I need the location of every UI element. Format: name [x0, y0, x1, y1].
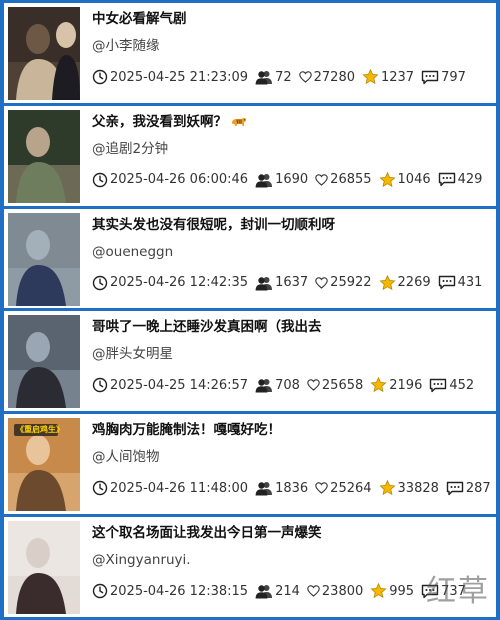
- like-count: 26855: [330, 172, 372, 188]
- heart-icon: [307, 379, 322, 392]
- video-thumbnail[interactable]: [8, 109, 80, 203]
- like-count: 23800: [321, 583, 364, 599]
- video-thumbnail[interactable]: [8, 212, 80, 306]
- publish-time: 2025-04-26 06:00:46: [110, 172, 249, 188]
- users-icon: [255, 275, 275, 291]
- publish-time: 2025-04-25 21:23:09: [110, 69, 249, 85]
- users-icon: [255, 69, 275, 85]
- heart-icon: [307, 585, 322, 597]
- video-title-text: 哥哄了一晚上还睡沙发真困啊（我出去: [92, 319, 322, 336]
- comment-count: 797: [441, 69, 466, 85]
- heart-icon: [298, 71, 314, 83]
- star-icon: [378, 480, 398, 496]
- comment-icon: [438, 172, 458, 187]
- comment-icon: [421, 70, 441, 85]
- feed-card[interactable]: 哥哄了一晚上还睡沙发真困啊（我出去 @胖头女明星 2025-04-25 14:26:…: [4, 311, 496, 412]
- feed-card[interactable]: 父亲，我没看到妖啊？ @追剧2分钟 2025-04-26 06:00:46 1690 2…: [4, 105, 496, 206]
- heart-icon: [315, 174, 330, 186]
- video-thumbnail[interactable]: 《重启鸡生》: [8, 418, 80, 512]
- like-count: 25922: [330, 275, 372, 291]
- video-title[interactable]: 中女必看解气剧: [92, 9, 488, 29]
- clock-icon: [92, 275, 110, 291]
- viewer-count: 1637: [275, 275, 309, 291]
- like-count: 27280: [313, 69, 355, 85]
- author-name[interactable]: @oueneggn: [92, 242, 173, 262]
- thumbnail-badge: 《重启鸡生》: [16, 425, 64, 435]
- author-name[interactable]: @人间饱物: [92, 447, 160, 467]
- users-icon: [255, 480, 275, 496]
- video-stats: 2025-04-26 12:42:35 1637 25922 2269 431: [92, 273, 489, 293]
- clock-icon: [92, 480, 110, 496]
- viewer-count: 1690: [275, 172, 309, 188]
- video-title[interactable]: 父亲，我没看到妖啊？: [92, 112, 488, 132]
- star-icon: [370, 583, 389, 599]
- video-feed-list: 中女必看解气剧 @小李随缘 2025-04-25 21:23:09 72 27280 12…: [4, 3, 496, 617]
- video-title-text: 鸡胸肉万能腌制法！嘎嘎好吃！: [92, 422, 281, 439]
- comment-count: 429: [457, 172, 483, 188]
- comment-count: 287: [465, 480, 491, 496]
- like-count: 25658: [321, 377, 364, 393]
- star-icon: [370, 377, 389, 393]
- video-stats: 2025-04-25 14:26:57 708 25658 2196 452: [92, 375, 481, 395]
- favorite-count: 1237: [380, 69, 415, 85]
- author-name[interactable]: @胖头女明星: [92, 344, 173, 364]
- author-name[interactable]: @小李随缘: [92, 36, 160, 56]
- feed-card[interactable]: 这个取名场面让我发出今日第一声爆笑 @Xingyanruyi. 2025-04-26…: [4, 517, 496, 617]
- video-stats: 2025-04-25 21:23:09 72 27280 1237 797: [92, 67, 473, 87]
- publish-time: 2025-04-26 12:38:15: [110, 583, 249, 599]
- clock-icon: [92, 69, 110, 85]
- feed-card[interactable]: 中女必看解气剧 @小李随缘 2025-04-25 21:23:09 72 27280 12…: [4, 3, 496, 103]
- video-title-text: 父亲，我没看到妖啊？: [92, 113, 227, 130]
- video-title-text: 这个取名场面让我发出今日第一声爆笑: [92, 525, 322, 542]
- viewer-count: 214: [275, 583, 300, 599]
- comment-icon: [438, 275, 458, 290]
- author-name[interactable]: @追剧2分钟: [92, 139, 168, 159]
- video-title[interactable]: 哥哄了一晚上还睡沙发真困啊（我出去: [92, 317, 488, 337]
- watermark: 红草: [426, 574, 490, 609]
- viewer-count: 1836: [275, 480, 309, 496]
- favorite-count: 33828: [397, 480, 439, 496]
- viewer-count: 708: [275, 377, 300, 393]
- comment-count: 431: [457, 275, 483, 291]
- users-icon: [255, 377, 275, 393]
- video-thumbnail[interactable]: [8, 315, 80, 409]
- clock-icon: [92, 583, 110, 599]
- comment-icon: [446, 481, 466, 496]
- favorite-count: 2196: [389, 377, 423, 393]
- video-title[interactable]: 鸡胸肉万能腌制法！嘎嘎好吃！: [92, 420, 488, 440]
- author-name[interactable]: @Xingyanruyi.: [92, 550, 191, 570]
- favorite-count: 995: [389, 583, 415, 599]
- like-count: 25264: [330, 480, 372, 496]
- feed-card[interactable]: 其实头发也没有很短呢，封训一切顺利呀 @oueneggn 2025-04-26 12…: [4, 208, 496, 309]
- publish-time: 2025-04-26 12:42:35: [110, 275, 249, 291]
- heart-icon: [315, 276, 330, 289]
- video-thumbnail[interactable]: [8, 7, 80, 100]
- tiger-icon: [227, 114, 247, 130]
- feed-card[interactable]: 《重启鸡生》 鸡胸肉万能腌制法！嘎嘎好吃！ @人间饱物 2025-04-26 11:4…: [4, 414, 496, 515]
- star-icon: [378, 171, 398, 188]
- clock-icon: [92, 377, 110, 393]
- comment-icon: [429, 378, 449, 393]
- viewer-count: 72: [275, 69, 292, 85]
- video-title[interactable]: 其实头发也没有很短呢，封训一切顺利呀: [92, 215, 488, 235]
- star-icon: [378, 274, 398, 291]
- comment-count: 452: [449, 377, 475, 393]
- video-stats: 2025-04-26 11:48:00 1836 25264 33828 287: [92, 478, 496, 498]
- favorite-count: 2269: [397, 275, 431, 291]
- video-stats: 2025-04-26 12:38:15 214 23800 995 737: [92, 581, 473, 601]
- users-icon: [255, 583, 275, 599]
- heart-icon: [315, 482, 330, 495]
- star-icon: [362, 69, 381, 85]
- users-icon: [255, 172, 275, 188]
- video-title[interactable]: 这个取名场面让我发出今日第一声爆笑: [92, 523, 488, 543]
- video-stats: 2025-04-26 06:00:46 1690 26855 1046 429: [92, 170, 489, 190]
- clock-icon: [92, 172, 110, 188]
- video-thumbnail[interactable]: [8, 521, 80, 615]
- video-title-text: 其实头发也没有很短呢，封训一切顺利呀: [92, 216, 335, 233]
- favorite-count: 1046: [397, 172, 431, 188]
- publish-time: 2025-04-26 11:48:00: [110, 480, 249, 496]
- video-title-text: 中女必看解气剧: [92, 11, 187, 27]
- publish-time: 2025-04-25 14:26:57: [110, 377, 249, 393]
